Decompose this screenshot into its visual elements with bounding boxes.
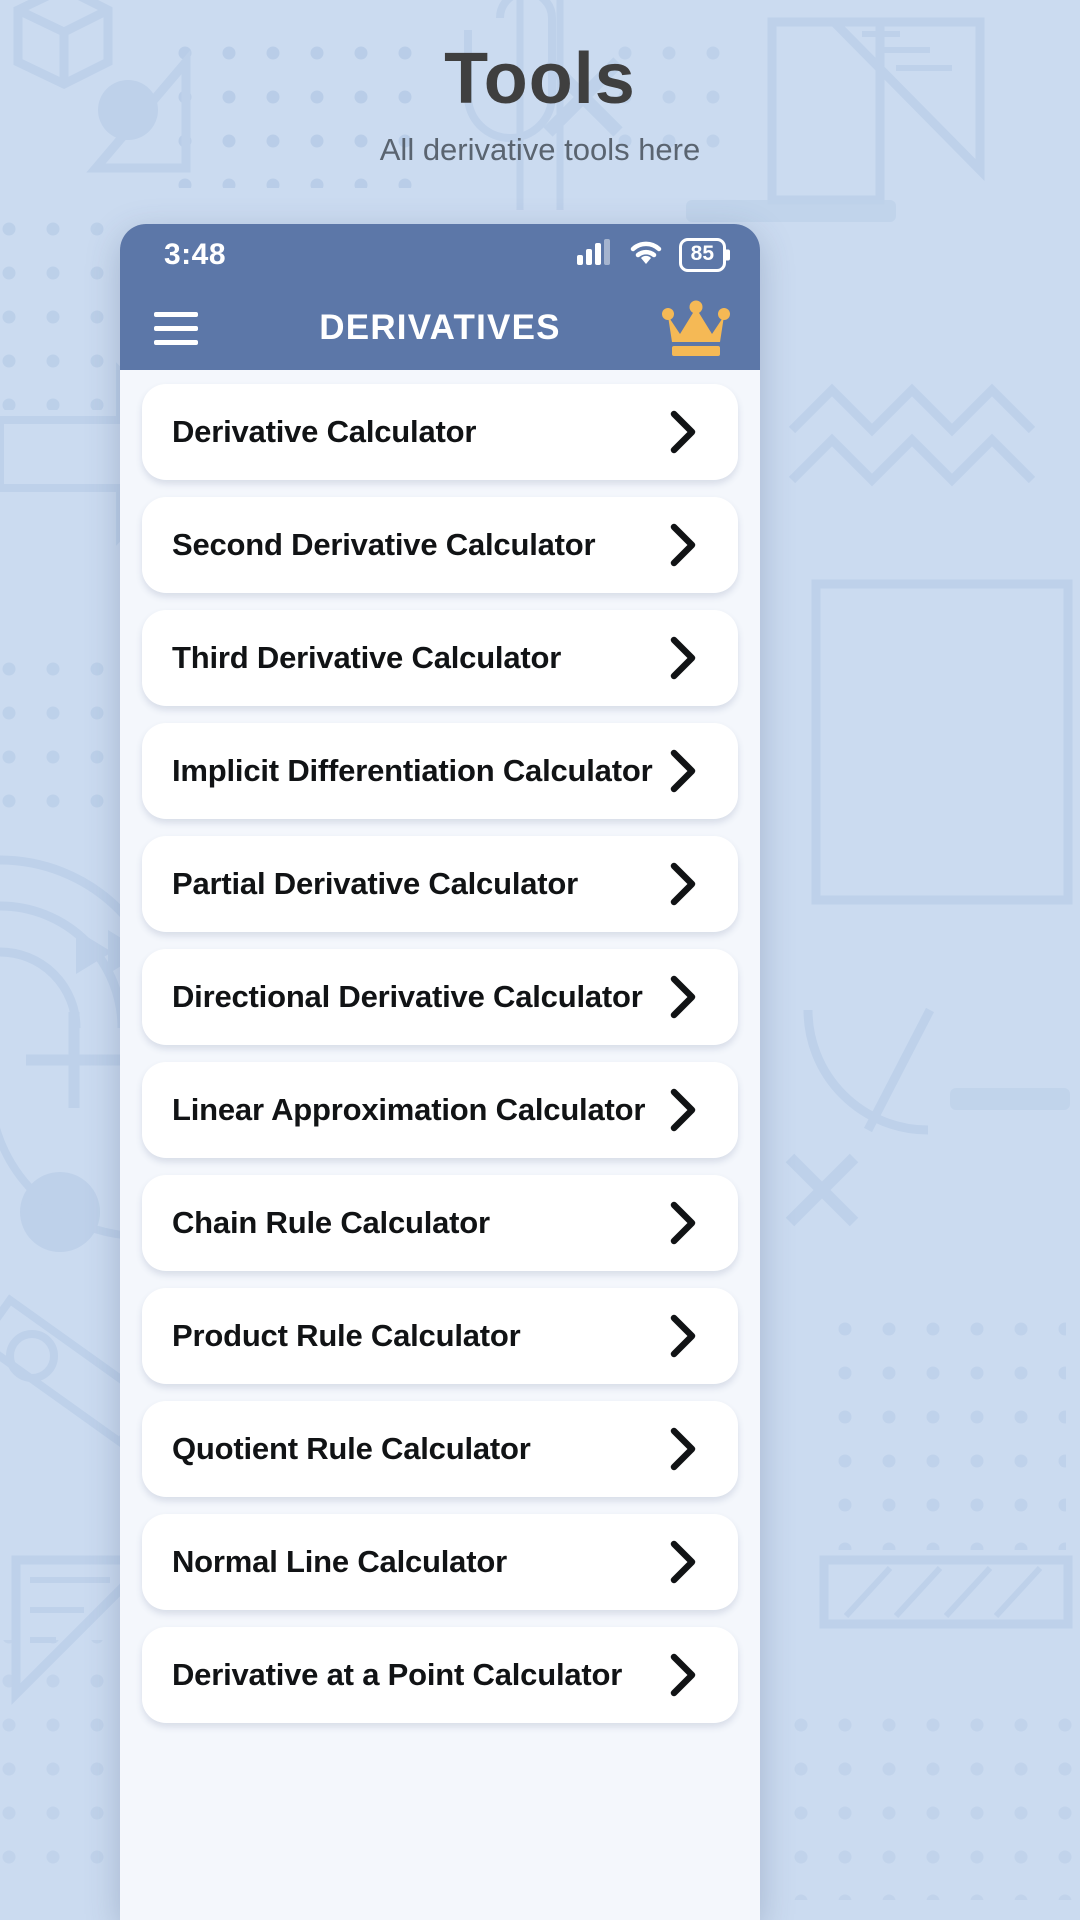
list-item[interactable]: Linear Approximation Calculator bbox=[142, 1062, 738, 1158]
crown-icon[interactable] bbox=[662, 300, 730, 356]
list-item-label: Derivative at a Point Calculator bbox=[172, 1657, 623, 1692]
list-item[interactable]: Quotient Rule Calculator bbox=[142, 1401, 738, 1497]
chevron-right-icon bbox=[666, 973, 700, 1021]
app-bar: DERIVATIVES bbox=[120, 286, 760, 370]
list-item[interactable]: Product Rule Calculator bbox=[142, 1288, 738, 1384]
list-item-label: Quotient Rule Calculator bbox=[172, 1431, 531, 1466]
chevron-right-icon bbox=[666, 521, 700, 569]
list-item-label: Second Derivative Calculator bbox=[172, 527, 596, 562]
list-item-label: Directional Derivative Calculator bbox=[172, 979, 643, 1014]
list-item-label: Derivative Calculator bbox=[172, 414, 477, 449]
chevron-right-icon bbox=[666, 1199, 700, 1247]
list-item-label: Normal Line Calculator bbox=[172, 1544, 507, 1579]
tools-list[interactable]: Derivative Calculator Second Derivative … bbox=[120, 370, 760, 1920]
page-subtitle: All derivative tools here bbox=[379, 131, 701, 167]
chevron-right-icon bbox=[666, 408, 700, 456]
status-time: 3:48 bbox=[164, 238, 227, 271]
cellular-signal-icon bbox=[576, 239, 613, 270]
chevron-right-icon bbox=[666, 634, 700, 682]
list-item-label: Third Derivative Calculator bbox=[172, 640, 562, 675]
page-title: Tools bbox=[444, 39, 636, 119]
page-banner: Tools All derivative tools here bbox=[0, 0, 1080, 210]
battery-icon: 85 bbox=[678, 238, 726, 272]
wifi-icon bbox=[629, 239, 663, 270]
list-item[interactable]: Derivative Calculator bbox=[142, 384, 738, 480]
battery-level: 85 bbox=[690, 242, 714, 266]
chevron-right-icon bbox=[666, 860, 700, 908]
list-item[interactable]: Implicit Differentiation Calculator bbox=[142, 723, 738, 819]
status-bar: 3:48 85 bbox=[120, 224, 760, 286]
list-item-label: Implicit Differentiation Calculator bbox=[172, 753, 653, 788]
list-item[interactable]: Third Derivative Calculator bbox=[142, 610, 738, 706]
chevron-right-icon bbox=[666, 747, 700, 795]
list-item[interactable]: Directional Derivative Calculator bbox=[142, 949, 738, 1045]
list-item-label: Partial Derivative Calculator bbox=[172, 866, 578, 901]
chevron-right-icon bbox=[666, 1651, 700, 1699]
hamburger-menu-icon[interactable] bbox=[154, 311, 198, 345]
list-item[interactable]: Second Derivative Calculator bbox=[142, 497, 738, 593]
list-item[interactable]: Normal Line Calculator bbox=[142, 1514, 738, 1610]
list-item[interactable]: Partial Derivative Calculator bbox=[142, 836, 738, 932]
chevron-right-icon bbox=[666, 1312, 700, 1360]
status-icons: 85 bbox=[576, 238, 726, 272]
chevron-right-icon bbox=[666, 1425, 700, 1473]
chevron-right-icon bbox=[666, 1086, 700, 1134]
list-item-label: Chain Rule Calculator bbox=[172, 1205, 490, 1240]
list-item-label: Product Rule Calculator bbox=[172, 1318, 521, 1353]
list-item[interactable]: Derivative at a Point Calculator bbox=[142, 1627, 738, 1723]
list-item-label: Linear Approximation Calculator bbox=[172, 1092, 646, 1127]
chevron-right-icon bbox=[666, 1538, 700, 1586]
phone-mockup: 3:48 85 DERIVATIVES Derivative Calculato… bbox=[120, 224, 760, 1920]
list-item[interactable]: Chain Rule Calculator bbox=[142, 1175, 738, 1271]
